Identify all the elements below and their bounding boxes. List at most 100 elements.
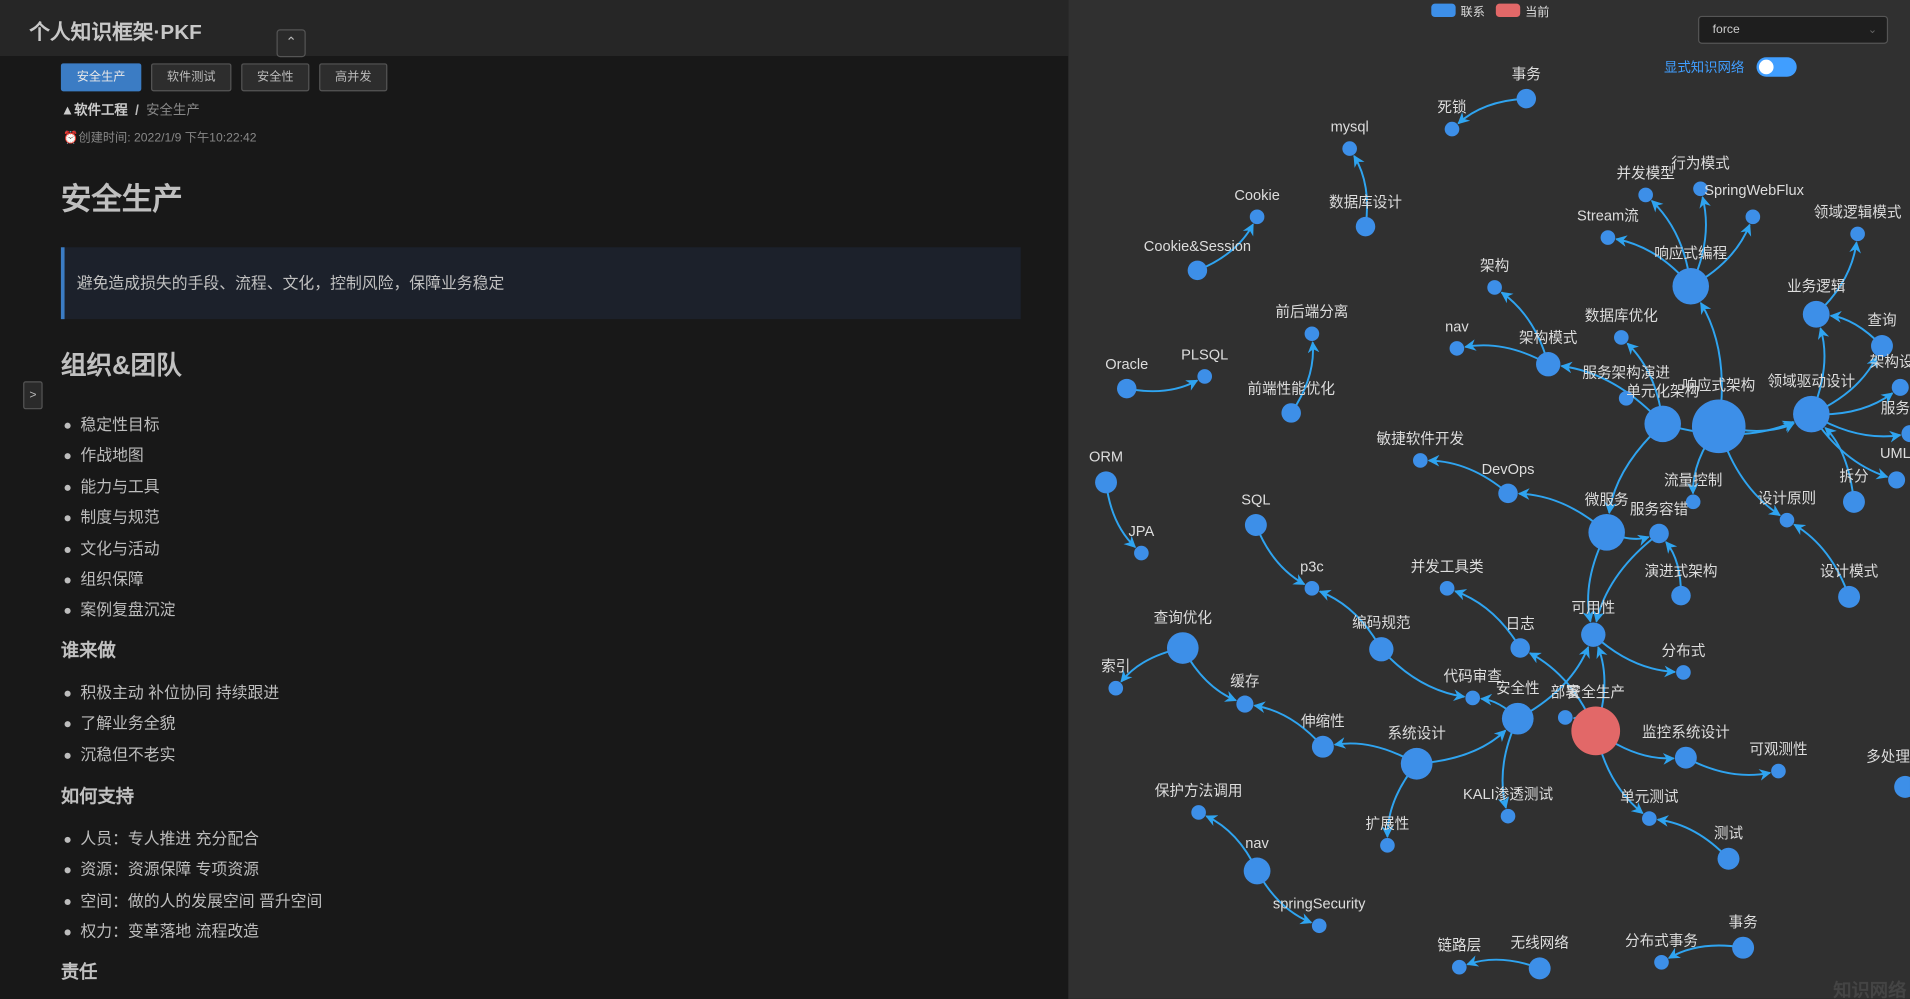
graph-node[interactable] xyxy=(1400,747,1433,780)
graph-node[interactable] xyxy=(1108,680,1124,696)
section-list: 积极主动 补位协同 持续跟进 了解业务全貌 沉稳但不老实 xyxy=(61,677,279,770)
graph-node[interactable] xyxy=(1871,334,1893,357)
tab-高并发[interactable]: 高并发 xyxy=(319,63,388,92)
graph-node[interactable] xyxy=(1613,330,1629,345)
graph-edge xyxy=(1464,339,1549,366)
graph-node[interactable] xyxy=(1802,300,1830,328)
graph-node[interactable] xyxy=(1732,936,1755,959)
graph-node[interactable] xyxy=(1894,775,1910,798)
graph-node[interactable] xyxy=(1654,954,1669,970)
graph-node[interactable] xyxy=(1588,514,1625,551)
graph-edge xyxy=(1290,341,1320,414)
graph-node[interactable] xyxy=(1244,514,1267,536)
graph-node[interactable] xyxy=(1642,811,1657,826)
graph-node[interactable] xyxy=(1191,805,1206,820)
graph-node-label: 设计模式 xyxy=(1820,563,1879,580)
graph-node[interactable] xyxy=(1095,471,1118,494)
graph-node[interactable] xyxy=(1779,512,1795,528)
legend-label: 当前 xyxy=(1525,6,1550,20)
graph-node[interactable] xyxy=(1355,216,1376,237)
graph-node[interactable] xyxy=(1838,585,1861,608)
graph-node[interactable] xyxy=(1600,230,1616,245)
tab-安全生产[interactable]: 安全生产 xyxy=(60,63,142,92)
graph-node[interactable] xyxy=(1843,490,1865,513)
graph-node[interactable] xyxy=(1444,121,1460,137)
graph-node[interactable] xyxy=(1281,403,1301,423)
list-item: 文化与活动 xyxy=(64,533,175,564)
graph-node[interactable] xyxy=(1498,483,1518,504)
graph-node[interactable] xyxy=(1342,141,1357,156)
graph-node-label: 死锁 xyxy=(1437,99,1467,116)
collapse-header-button[interactable]: ⌃ xyxy=(276,29,306,58)
graph-node-label: Oracle xyxy=(1105,357,1148,373)
graph-node[interactable] xyxy=(1249,209,1265,225)
graph-node[interactable] xyxy=(1449,341,1465,356)
graph-node[interactable] xyxy=(1557,710,1573,725)
graph-node[interactable] xyxy=(1536,352,1561,377)
graph-node-current[interactable] xyxy=(1571,706,1621,756)
graph-node[interactable] xyxy=(1649,523,1669,544)
graph-node[interactable] xyxy=(1644,405,1681,443)
graph-node[interactable] xyxy=(1439,581,1455,596)
graph-node[interactable] xyxy=(1465,690,1481,706)
graph-node[interactable] xyxy=(1510,638,1530,658)
graph-node[interactable] xyxy=(1243,857,1271,885)
graph-node[interactable] xyxy=(1500,808,1516,824)
graph-node[interactable] xyxy=(1638,187,1653,203)
legend-swatch xyxy=(1431,3,1456,18)
explicit-network-toggle[interactable] xyxy=(1756,57,1797,77)
graph-node[interactable] xyxy=(1671,585,1691,606)
graph-node[interactable] xyxy=(1850,226,1865,242)
list-item: 权力：变革落地 流程改造 xyxy=(64,916,322,947)
graph-node[interactable] xyxy=(1501,702,1534,735)
graph-node[interactable] xyxy=(1691,399,1746,454)
graph-node[interactable] xyxy=(1581,622,1606,647)
legend-item-current[interactable]: 当前 xyxy=(1495,1,1550,20)
graph-node[interactable] xyxy=(1311,735,1334,758)
graph-node[interactable] xyxy=(1516,88,1537,109)
graph-node-label: 分布式 xyxy=(1662,642,1706,659)
graph-node-label: 系统设计 xyxy=(1387,725,1445,742)
graph-node[interactable] xyxy=(1134,545,1149,561)
home-icon: ▲ xyxy=(60,103,75,119)
graph-node[interactable] xyxy=(1528,957,1551,980)
knowledge-graph[interactable]: 事务死锁mysql数据库设计CookieCookie&Session并发模型行为… xyxy=(1068,0,1910,999)
graph-node-label: 可观测性 xyxy=(1749,741,1807,758)
graph-node[interactable] xyxy=(1117,378,1137,399)
graph-node[interactable] xyxy=(1771,763,1786,779)
graph-node[interactable] xyxy=(1672,267,1710,305)
list-item: 沉稳但不老实 xyxy=(64,739,279,770)
graph-node-label: 敏捷软件开发 xyxy=(1376,430,1464,447)
graph-node[interactable] xyxy=(1901,425,1910,443)
graph-node[interactable] xyxy=(1451,959,1467,975)
graph-node[interactable] xyxy=(1304,326,1320,342)
graph-node[interactable] xyxy=(1380,838,1395,853)
graph-node-label: PLSQL xyxy=(1181,347,1228,363)
tab-安全性[interactable]: 安全性 xyxy=(241,63,310,92)
graph-node[interactable] xyxy=(1413,453,1428,468)
breadcrumb-root[interactable]: 软件工程 xyxy=(74,104,128,119)
graph-node[interactable] xyxy=(1745,209,1761,225)
legend-item-link[interactable]: 联系 xyxy=(1431,1,1485,19)
graph-node[interactable] xyxy=(1676,665,1691,680)
graph-node[interactable] xyxy=(1888,471,1906,489)
tab-软件测试[interactable]: 软件测试 xyxy=(151,63,232,92)
expand-sidebar-button[interactable]: > xyxy=(23,381,43,410)
graph-node-label: 多处理 xyxy=(1866,748,1910,765)
layout-select[interactable]: force ⌄ xyxy=(1698,15,1889,44)
graph-node[interactable] xyxy=(1311,918,1327,934)
graph-node-label: 事务 xyxy=(1729,914,1759,931)
graph-node[interactable] xyxy=(1891,378,1909,396)
graph-node[interactable] xyxy=(1304,581,1320,596)
graph-node[interactable] xyxy=(1717,847,1740,870)
graph-node[interactable] xyxy=(1487,280,1502,295)
graph-node[interactable] xyxy=(1236,695,1254,713)
graph-node[interactable] xyxy=(1674,746,1697,769)
graph-node[interactable] xyxy=(1197,369,1213,384)
graph-node[interactable] xyxy=(1793,395,1830,433)
graph-node[interactable] xyxy=(1369,637,1394,662)
section-heading: 谁来做 xyxy=(60,640,116,662)
graph-node[interactable] xyxy=(1166,632,1199,664)
graph-node-label: SpringWebFlux xyxy=(1704,183,1804,199)
graph-node[interactable] xyxy=(1187,260,1208,281)
